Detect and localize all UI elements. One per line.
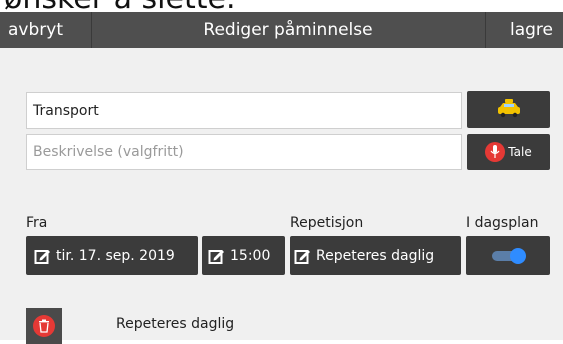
edit-icon xyxy=(34,247,52,265)
page-caption: ønsker å slette. xyxy=(0,0,563,12)
taxi-icon xyxy=(496,98,522,122)
repetition-label: Repetisjon xyxy=(290,215,364,231)
top-bar: avbryt Rediger påminnelse lagre xyxy=(0,12,563,48)
in-dayplan-toggle-button[interactable] xyxy=(466,236,550,275)
in-dayplan-toggle[interactable] xyxy=(492,247,526,264)
cancel-button[interactable]: avbryt xyxy=(0,12,92,48)
date-value: tir. 17. sep. 2019 xyxy=(56,247,175,264)
category-button[interactable] xyxy=(467,91,550,128)
repeat-summary-text: Repeteres daglig xyxy=(116,316,235,332)
description-field[interactable]: Beskrivelse (valgfritt) xyxy=(26,134,462,170)
date-button[interactable]: tir. 17. sep. 2019 xyxy=(26,236,198,275)
microphone-icon xyxy=(485,142,506,162)
time-value: 15:00 xyxy=(230,247,271,264)
page-title: Rediger påminnelse xyxy=(203,20,373,40)
save-button[interactable]: lagre xyxy=(485,12,563,48)
edit-icon xyxy=(294,247,312,265)
edit-reminder-form: Transport Beskrivelse (valgfritt) Tale F… xyxy=(0,48,563,344)
voice-button-label: Tale xyxy=(508,145,532,159)
title-field[interactable]: Transport xyxy=(26,92,462,129)
from-label: Fra xyxy=(26,215,48,231)
repetition-value: Repeteres daglig xyxy=(316,247,435,264)
time-button[interactable]: 15:00 xyxy=(202,236,285,275)
trash-icon xyxy=(33,315,55,337)
title-field-value: Transport xyxy=(33,102,99,119)
toggle-knob xyxy=(510,247,526,264)
edit-icon xyxy=(208,247,226,265)
delete-button[interactable] xyxy=(26,308,62,344)
voice-button[interactable]: Tale xyxy=(467,134,550,170)
description-placeholder: Beskrivelse (valgfritt) xyxy=(33,144,184,160)
repetition-button[interactable]: Repeteres daglig xyxy=(290,236,461,275)
in-dayplan-label: I dagsplan xyxy=(466,215,539,231)
